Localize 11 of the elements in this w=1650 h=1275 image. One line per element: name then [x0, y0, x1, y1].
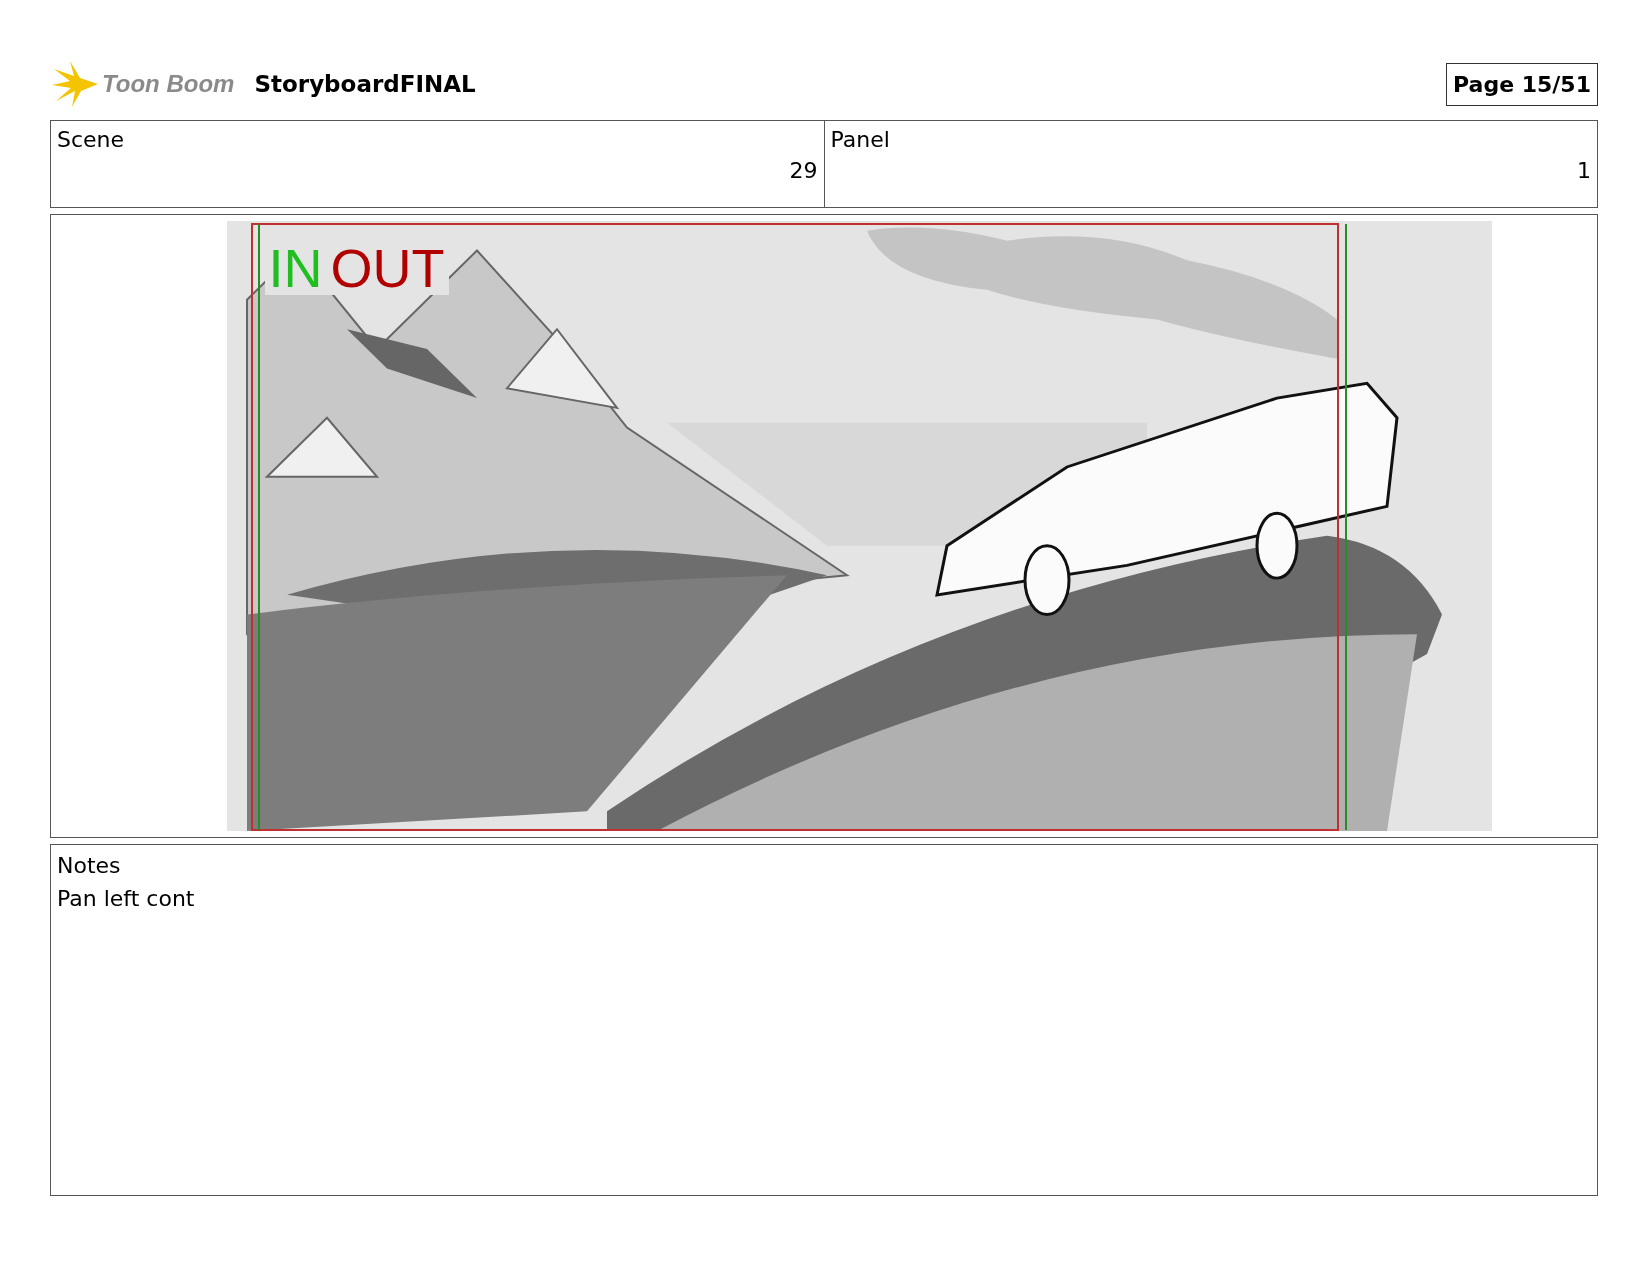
- scene-label: Scene: [57, 127, 126, 152]
- frame-label: IN: [268, 241, 323, 295]
- logo-text: Toon Boom: [102, 70, 235, 98]
- notes-label: Notes: [57, 853, 122, 878]
- panel-number: 1: [1577, 158, 1591, 183]
- page-number: Page 15/51: [1446, 62, 1598, 106]
- storyboard-title: StoryboardFINAL: [254, 71, 476, 97]
- panel-label: Panel: [830, 127, 891, 152]
- frame-label: OUT: [330, 241, 445, 295]
- scene-number: 29: [789, 158, 818, 183]
- notes-text: Pan left cont: [57, 886, 196, 911]
